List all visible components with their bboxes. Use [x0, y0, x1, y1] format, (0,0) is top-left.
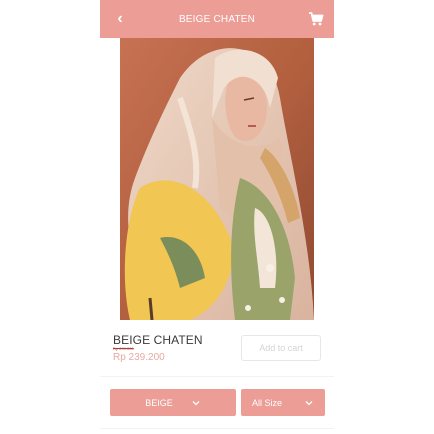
original-price: Rp 299.000: [113, 346, 134, 351]
divider: [100, 428, 334, 429]
color-select[interactable]: BEIGE: [110, 389, 236, 416]
product-name: BEIGE CHATEN: [113, 333, 203, 347]
size-select-value: All Size: [251, 397, 282, 408]
product-image[interactable]: [120, 38, 314, 320]
top-bar: ‹ BEIGE CHATEN: [100, 0, 334, 38]
divider: [100, 376, 334, 377]
color-select-value: BEIGE: [145, 397, 173, 408]
page-title: BEIGE CHATEN: [178, 13, 256, 25]
size-select[interactable]: All Size: [241, 389, 325, 416]
chevron-down-icon: [192, 400, 200, 405]
product-page: ‹ BEIGE CHATEN BEIGE CHATEN Rp 299.000 R…: [100, 0, 334, 434]
shopping-cart-icon[interactable]: [308, 11, 324, 27]
sale-price: Rp 239.200: [113, 352, 165, 363]
add-to-cart-button[interactable]: Add to cart: [241, 335, 321, 361]
chevron-left-icon[interactable]: ‹: [112, 10, 128, 28]
chevron-down-icon: [305, 400, 313, 405]
